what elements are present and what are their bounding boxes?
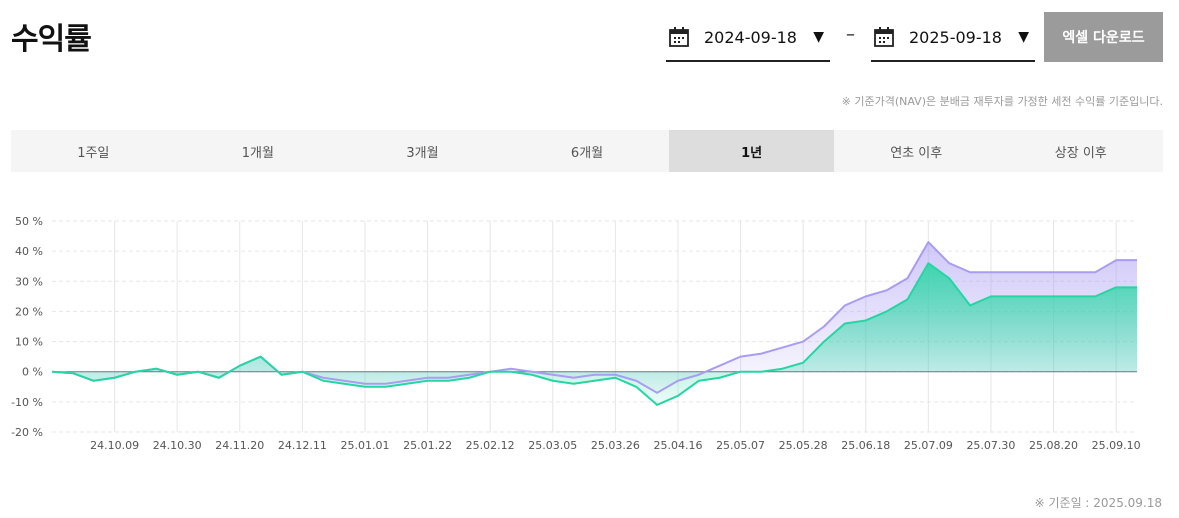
x-tick-label: 25.04.16 bbox=[653, 439, 702, 452]
excel-download-button[interactable]: 엑셀 다운로드 bbox=[1044, 12, 1163, 62]
page-title: 수익률 bbox=[11, 22, 92, 57]
tab-3-months[interactable]: 3개월 bbox=[340, 130, 505, 172]
dropdown-arrow-icon: ▼ bbox=[1018, 29, 1029, 45]
start-date-value: 2024-09-18 bbox=[704, 27, 797, 47]
x-tick-label: 25.08.20 bbox=[1029, 439, 1078, 452]
nav-note: ※ 기준가격(NAV)은 분배금 재투자를 가정한 세전 수익률 기준입니다. bbox=[841, 95, 1163, 108]
y-tick-label: 30 % bbox=[15, 275, 43, 288]
x-tick-label: 25.07.09 bbox=[904, 439, 953, 452]
x-tick-label: 24.11.20 bbox=[215, 439, 264, 452]
x-tick-label: 25.03.26 bbox=[591, 439, 640, 452]
x-tick-label: 25.02.12 bbox=[466, 439, 515, 452]
x-tick-label: 25.06.18 bbox=[841, 439, 890, 452]
base-date-note: ※ 기준일 : 2025.09.18 bbox=[1034, 496, 1162, 510]
x-tick-label: 25.05.28 bbox=[779, 439, 828, 452]
y-tick-label: 0 % bbox=[22, 366, 43, 379]
start-date-picker[interactable]: 2024-09-18 ▼ bbox=[666, 14, 830, 62]
x-tick-label: 24.10.30 bbox=[153, 439, 202, 452]
x-tick-label: 25.03.05 bbox=[528, 439, 577, 452]
date-separator: – bbox=[846, 24, 855, 45]
x-tick-label: 24.10.09 bbox=[90, 439, 139, 452]
tab-ytd[interactable]: 연초 이후 bbox=[834, 130, 999, 172]
tab-since-listing[interactable]: 상장 이후 bbox=[998, 130, 1163, 172]
y-tick-label: 20 % bbox=[15, 305, 43, 318]
y-tick-label: -20 % bbox=[11, 426, 43, 439]
calendar-icon bbox=[669, 27, 689, 47]
x-tick-label: 25.09.10 bbox=[1092, 439, 1141, 452]
x-tick-label: 25.01.22 bbox=[403, 439, 452, 452]
y-tick-label: 50 % bbox=[15, 215, 43, 228]
x-tick-label: 25.01.01 bbox=[340, 439, 389, 452]
tab-1-month[interactable]: 1개월 bbox=[176, 130, 341, 172]
y-tick-label: 10 % bbox=[15, 336, 43, 349]
end-date-picker[interactable]: 2025-09-18 ▼ bbox=[871, 14, 1035, 62]
tab-1-week[interactable]: 1주일 bbox=[11, 130, 176, 172]
end-date-value: 2025-09-18 bbox=[909, 27, 1002, 47]
x-tick-label: 25.05.07 bbox=[716, 439, 765, 452]
x-tick-label: 24.12.11 bbox=[278, 439, 327, 452]
period-tabs: 1주일 1개월 3개월 6개월 1년 연초 이후 상장 이후 bbox=[11, 130, 1163, 172]
tab-1-year[interactable]: 1년 bbox=[669, 130, 834, 172]
dropdown-arrow-icon: ▼ bbox=[813, 29, 824, 45]
calendar-icon bbox=[874, 27, 894, 47]
y-tick-label: 40 % bbox=[15, 245, 43, 258]
return-chart: 50 % 40 % 30 % 20 % 10 % 0 % -10 % -20 % 24.10.0… bbox=[11, 215, 1141, 452]
y-tick-label: -10 % bbox=[11, 396, 43, 409]
tab-6-months[interactable]: 6개월 bbox=[505, 130, 670, 172]
x-tick-label: 25.07.30 bbox=[966, 439, 1015, 452]
